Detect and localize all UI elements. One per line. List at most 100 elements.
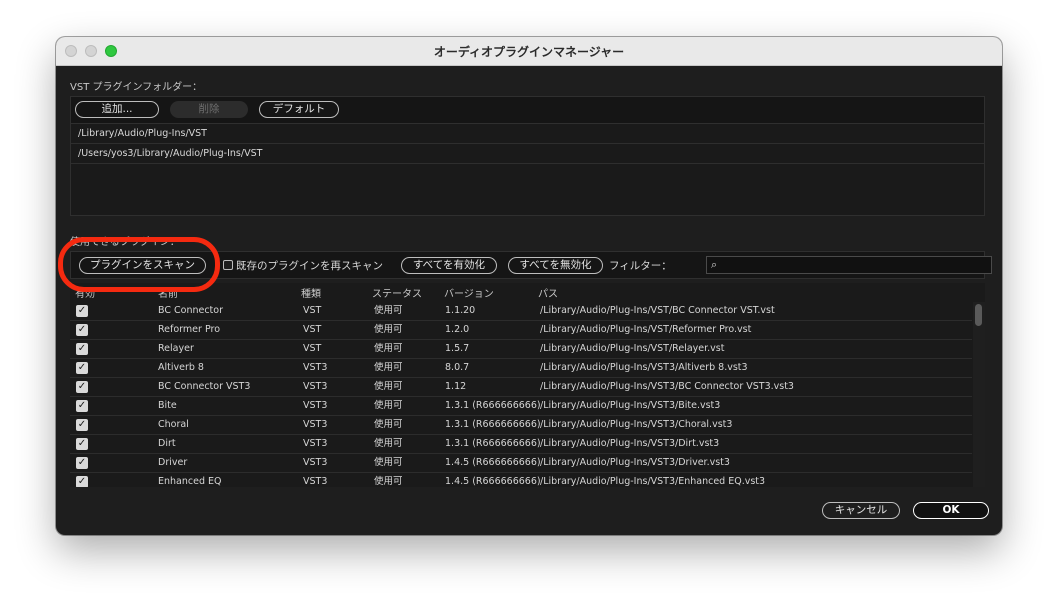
plugin-path: /Library/Audio/Plug-Ins/VST3/Altiverb 8.… <box>540 362 748 373</box>
table-row[interactable]: ✓ Reformer Pro VST 使用可 1.2.0 /Library/Au… <box>70 321 972 340</box>
folder-row[interactable]: /Users/yos3/Library/Audio/Plug-Ins/VST <box>71 144 984 164</box>
rescan-existing-checkbox[interactable] <box>223 260 233 270</box>
plugin-version: 1.4.5 (R666666666) <box>445 476 541 487</box>
plugin-name: Bite <box>158 400 177 411</box>
plugin-path: /Library/Audio/Plug-Ins/VST3/Choral.vst3 <box>540 419 733 430</box>
plugin-type: VST3 <box>303 457 328 468</box>
plugin-type: VST3 <box>303 476 328 487</box>
plugin-path: /Library/Audio/Plug-Ins/VST3/BC Connecto… <box>540 381 794 392</box>
plugin-name: Relayer <box>158 343 194 354</box>
table-row[interactable]: ✓ Dirt VST3 使用可 1.3.1 (R666666666) /Libr… <box>70 435 972 454</box>
plugin-status: 使用可 <box>374 324 403 335</box>
plugin-version: 1.5.7 <box>445 343 470 354</box>
enabled-checkbox[interactable]: ✓ <box>76 400 88 412</box>
table-scrollbar[interactable] <box>973 302 985 487</box>
filter-label: フィルター： <box>609 260 672 272</box>
plugin-status: 使用可 <box>374 476 403 487</box>
plugin-name: Driver <box>158 457 188 468</box>
scrollbar-thumb[interactable] <box>975 304 982 326</box>
enable-all-button[interactable]: すべてを有効化 <box>401 257 497 274</box>
plugin-name: Altiverb 8 <box>158 362 204 373</box>
plugin-version: 1.2.0 <box>445 324 470 335</box>
column-header-version[interactable]: バージョン <box>444 285 494 300</box>
plugins-toolbar: プラグインをスキャン 既存のプラグインを再スキャン すべてを有効化 すべてを無効… <box>70 251 992 279</box>
ok-button[interactable]: OK <box>913 502 989 519</box>
available-plugins-label: 使用できるプラグイン： <box>70 237 180 248</box>
table-row[interactable]: ✓ Choral VST3 使用可 1.3.1 (R666666666) /Li… <box>70 416 972 435</box>
plugin-name: Enhanced EQ <box>158 476 222 487</box>
disable-all-button[interactable]: すべてを無効化 <box>508 257 603 274</box>
folder-row[interactable]: /Library/Audio/Plug-Ins/VST <box>71 124 984 144</box>
enabled-checkbox[interactable]: ✓ <box>76 324 88 336</box>
plugin-path: /Library/Audio/Plug-Ins/VST/Reformer Pro… <box>540 324 752 335</box>
plugin-version: 8.0.7 <box>445 362 470 373</box>
plugin-status: 使用可 <box>374 381 403 392</box>
filter-search-input[interactable]: ⌕ <box>706 256 992 274</box>
plugin-name: Choral <box>158 419 189 430</box>
plugin-path: /Library/Audio/Plug-Ins/VST/Relayer.vst <box>540 343 725 354</box>
vst-folders-label: VST プラグインフォルダー： <box>70 82 203 93</box>
plugin-version: 1.3.1 (R666666666) <box>445 438 541 449</box>
plugin-name: Dirt <box>158 438 176 449</box>
column-header-type[interactable]: 種類 <box>301 285 321 300</box>
plugin-type: VST <box>303 305 322 316</box>
table-row[interactable]: ✓ Enhanced EQ VST3 使用可 1.4.5 (R666666666… <box>70 473 972 487</box>
enabled-checkbox[interactable]: ✓ <box>76 343 88 355</box>
plugin-name: BC Connector <box>158 305 224 316</box>
enabled-checkbox[interactable]: ✓ <box>76 305 88 317</box>
enabled-checkbox[interactable]: ✓ <box>76 476 88 487</box>
plugin-type: VST3 <box>303 419 328 430</box>
plugin-type: VST <box>303 343 322 354</box>
plugin-status: 使用可 <box>374 419 403 430</box>
plugin-status: 使用可 <box>374 362 403 373</box>
enabled-checkbox[interactable]: ✓ <box>76 362 88 374</box>
search-icon: ⌕ <box>711 258 718 271</box>
column-header-enabled[interactable]: 有効 <box>75 285 95 300</box>
table-row[interactable]: ✓ BC Connector VST 使用可 1.1.20 /Library/A… <box>70 302 972 321</box>
plugin-table-body: ✓ BC Connector VST 使用可 1.1.20 /Library/A… <box>70 302 972 487</box>
plugin-type: VST3 <box>303 438 328 449</box>
table-row[interactable]: ✓ Relayer VST 使用可 1.5.7 /Library/Audio/P… <box>70 340 972 359</box>
plugin-type: VST3 <box>303 381 328 392</box>
plugin-path: /Library/Audio/Plug-Ins/VST3/Enhanced EQ… <box>540 476 766 487</box>
column-header-name[interactable]: 名前 <box>158 285 178 300</box>
column-header-status[interactable]: ステータス <box>372 285 422 300</box>
delete-folder-button[interactable]: 削除 <box>170 101 248 118</box>
plugin-status: 使用可 <box>374 457 403 468</box>
plugin-type: VST3 <box>303 362 328 373</box>
audio-plugin-manager-window: オーディオプラグインマネージャー VST プラグインフォルダー： 追加... 削… <box>56 37 1002 535</box>
cancel-button[interactable]: キャンセル <box>822 502 900 519</box>
table-row[interactable]: ✓ Driver VST3 使用可 1.4.5 (R666666666) /Li… <box>70 454 972 473</box>
plugin-version: 1.1.20 <box>445 305 476 316</box>
plugin-path: /Library/Audio/Plug-Ins/VST/BC Connector… <box>540 305 775 316</box>
plugin-status: 使用可 <box>374 343 403 354</box>
plugin-type: VST3 <box>303 400 328 411</box>
vst-folder-list[interactable]: /Library/Audio/Plug-Ins/VST /Users/yos3/… <box>70 124 985 216</box>
plugin-status: 使用可 <box>374 305 403 316</box>
plugin-status: 使用可 <box>374 400 403 411</box>
plugin-version: 1.12 <box>445 381 467 392</box>
rescan-existing-label: 既存のプラグインを再スキャン <box>236 260 383 272</box>
enabled-checkbox[interactable]: ✓ <box>76 381 88 393</box>
plugin-version: 1.4.5 (R666666666) <box>445 457 541 468</box>
add-folder-button[interactable]: 追加... <box>75 101 159 118</box>
scan-plugins-button[interactable]: プラグインをスキャン <box>79 257 206 274</box>
plugin-name: Reformer Pro <box>158 324 221 335</box>
plugin-version: 1.3.1 (R666666666) <box>445 419 541 430</box>
default-folders-button[interactable]: デフォルト <box>259 101 339 118</box>
table-row[interactable]: ✓ Altiverb 8 VST3 使用可 8.0.7 /Library/Aud… <box>70 359 972 378</box>
window-title: オーディオプラグインマネージャー <box>433 45 625 59</box>
enabled-checkbox[interactable]: ✓ <box>76 438 88 450</box>
plugin-table: 有効 名前 種類 ステータス バージョン パス ✓ BC Connector V… <box>70 283 985 487</box>
plugin-name: BC Connector VST3 <box>158 381 251 392</box>
plugin-type: VST <box>303 324 322 335</box>
column-header-path[interactable]: パス <box>538 285 558 300</box>
enabled-checkbox[interactable]: ✓ <box>76 419 88 431</box>
table-row[interactable]: ✓ BC Connector VST3 VST3 使用可 1.12 /Libra… <box>70 378 972 397</box>
plugin-path: /Library/Audio/Plug-Ins/VST3/Bite.vst3 <box>540 400 721 411</box>
title-bar: オーディオプラグインマネージャー <box>56 37 1002 66</box>
vst-folders-toolbar: 追加... 削除 デフォルト <box>70 96 985 124</box>
enabled-checkbox[interactable]: ✓ <box>76 457 88 469</box>
plugin-version: 1.3.1 (R666666666) <box>445 400 541 411</box>
table-row[interactable]: ✓ Bite VST3 使用可 1.3.1 (R666666666) /Libr… <box>70 397 972 416</box>
